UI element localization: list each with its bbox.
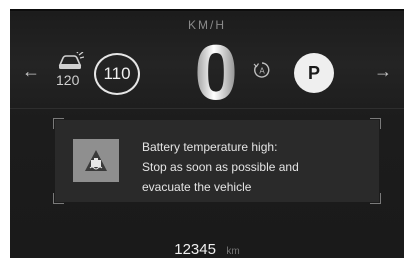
battery-temperature-warning-icon	[73, 139, 119, 182]
speed-limit-value: 110	[103, 64, 131, 83]
corner-bracket	[370, 118, 381, 129]
auto-hold-icon: A	[253, 62, 270, 78]
warning-line: Battery temperature high:	[142, 140, 278, 154]
top-border	[10, 9, 404, 11]
odometer-value: 12345	[174, 241, 216, 258]
adaptive-cruise-car-icon	[58, 52, 84, 69]
warning-message-box: Battery temperature high: Stop as soon a…	[53, 118, 381, 204]
corner-bracket	[53, 193, 64, 204]
corner-bracket	[53, 118, 64, 129]
warning-line: Stop as soon as possible and	[142, 160, 299, 174]
instrument-cluster: KM/H ← → 120 110 0 A P Battery temperatu…	[10, 9, 404, 258]
odometer-unit: km	[226, 246, 240, 257]
cruise-set-speed: 120	[56, 72, 80, 88]
warning-message-text: Battery temperature high: Stop as soon a…	[142, 137, 372, 197]
current-speed: 0	[194, 28, 238, 116]
speed-panel: KM/H ← → 120 110 0 A P	[10, 12, 404, 116]
warning-line: evacuate the vehicle	[142, 180, 252, 194]
svg-text:A: A	[259, 67, 265, 76]
left-turn-arrow-icon: ←	[22, 61, 40, 81]
odometer: 12345 km	[10, 241, 404, 258]
speed-limit-sign: 110	[94, 53, 140, 95]
right-turn-arrow-icon: →	[374, 61, 392, 81]
gear-indicator: P	[294, 53, 334, 93]
